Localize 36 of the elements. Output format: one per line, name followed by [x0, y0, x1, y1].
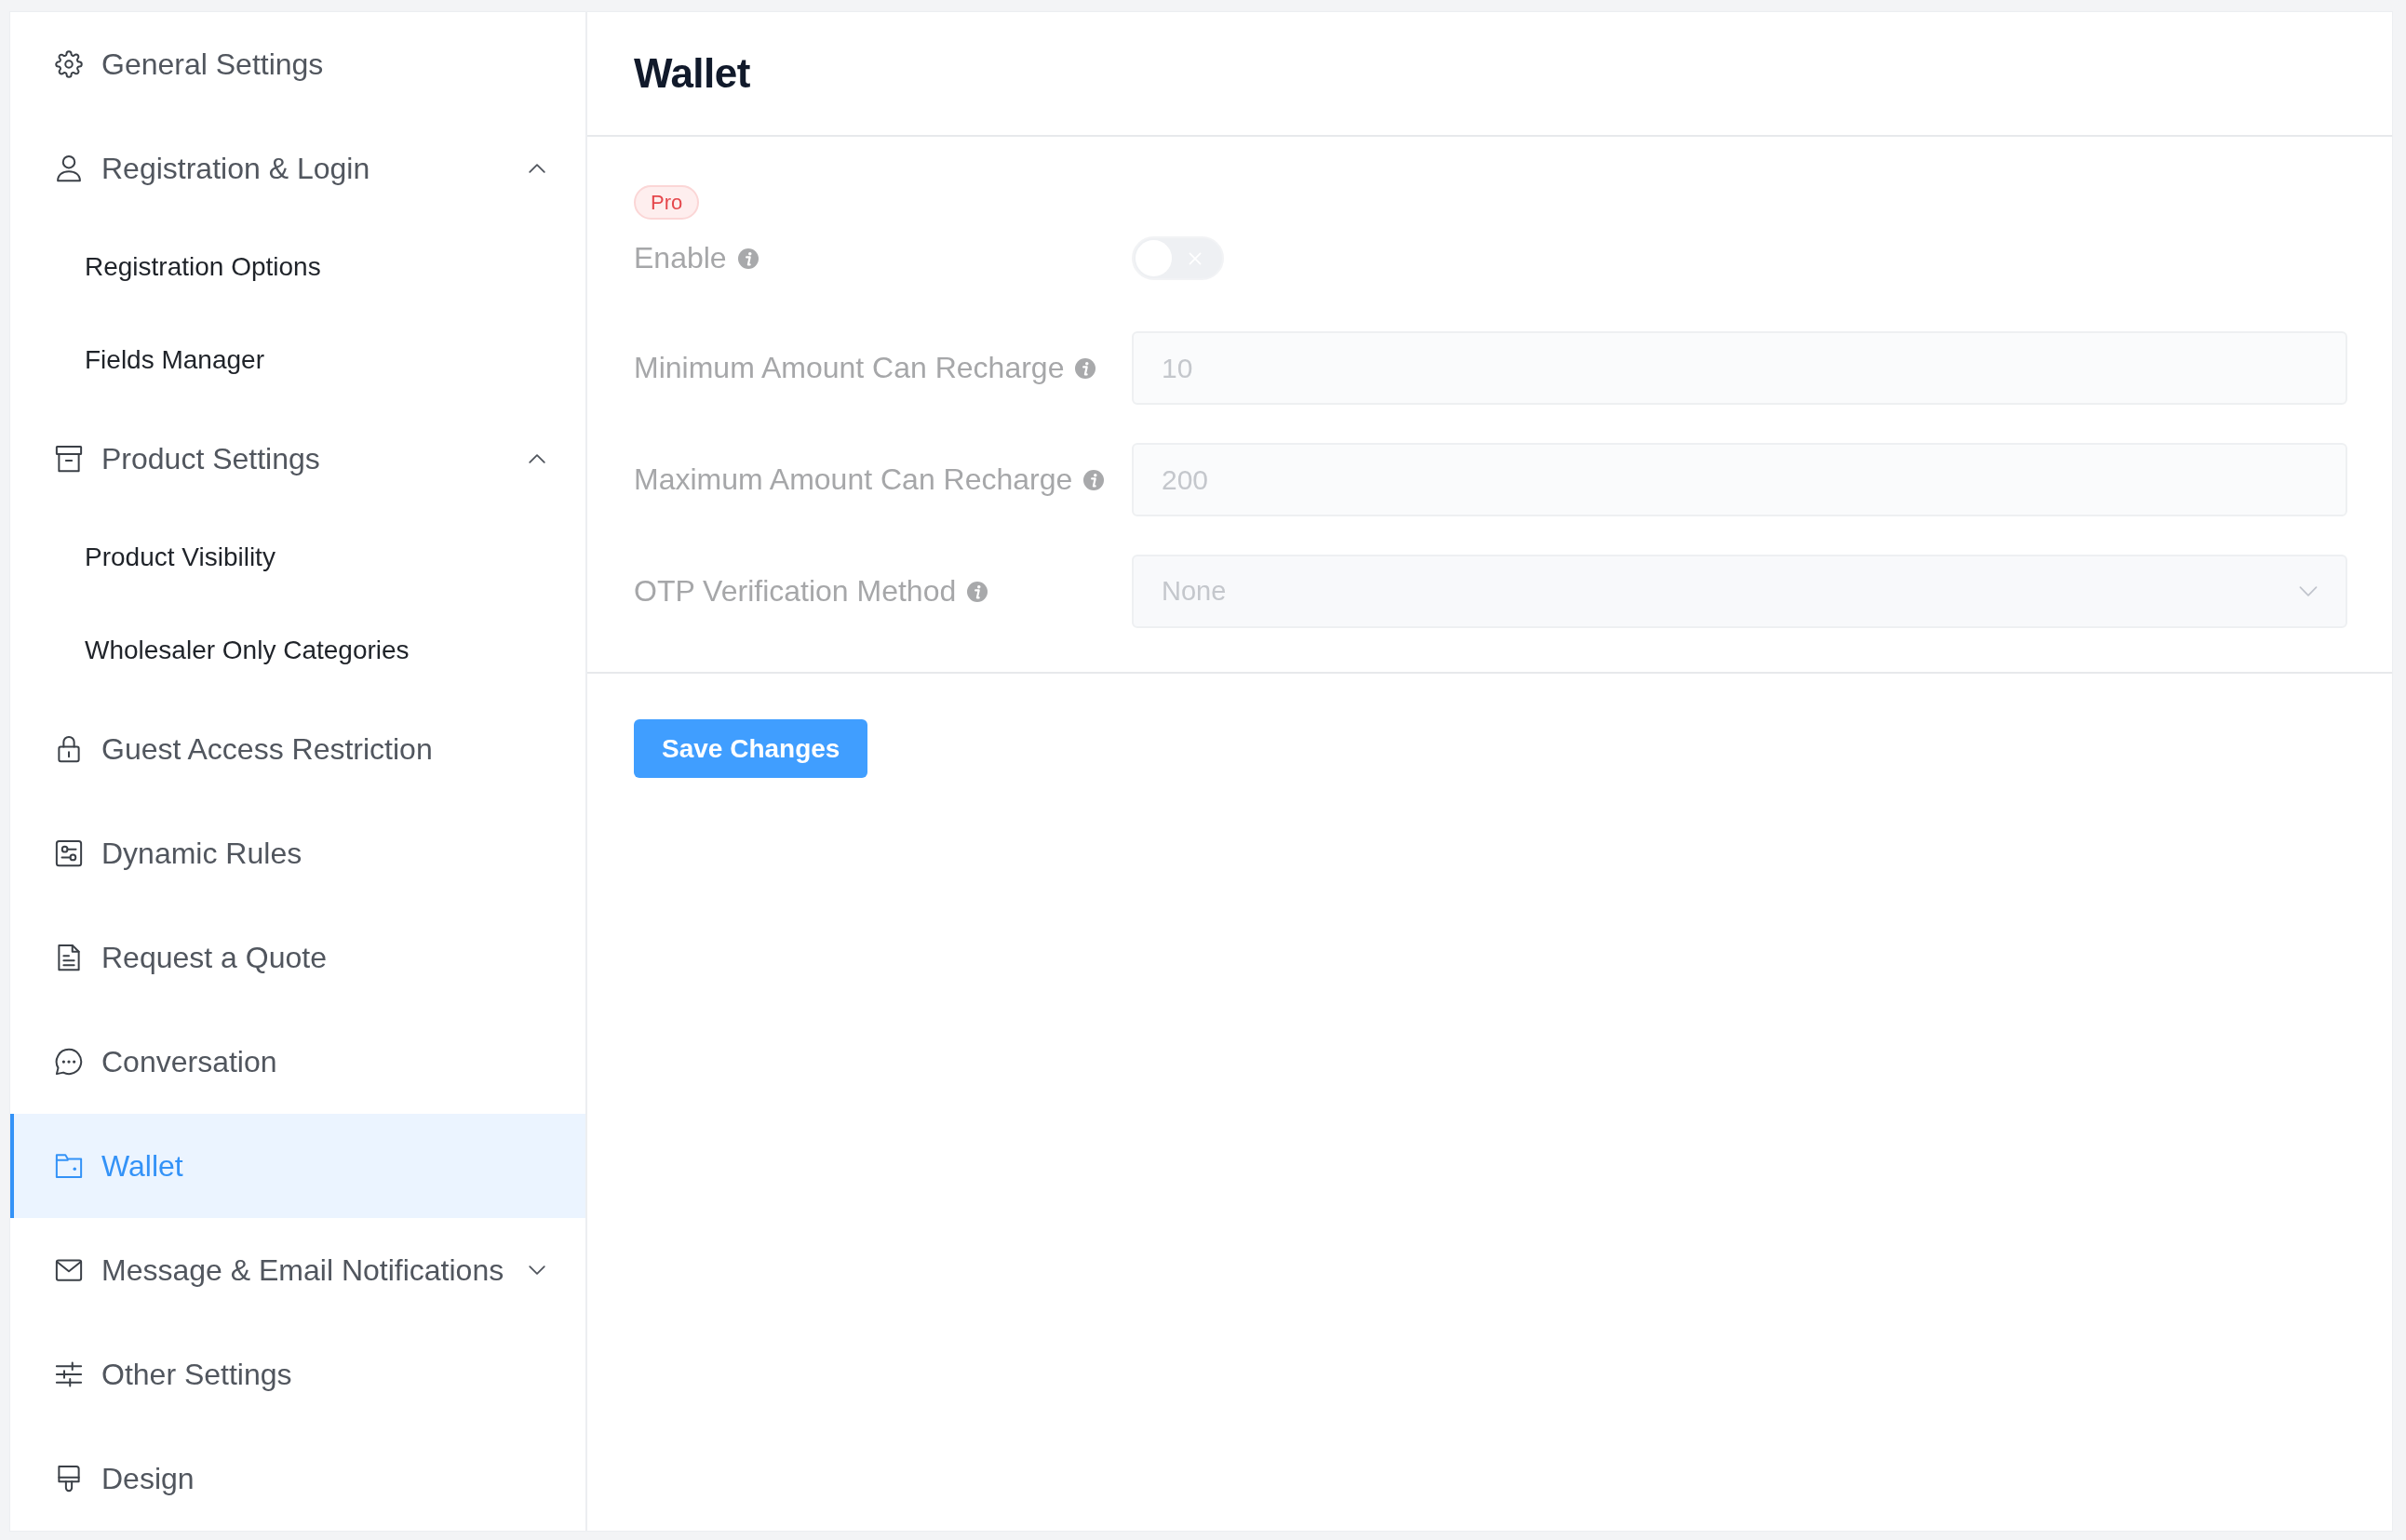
info-icon — [967, 581, 988, 602]
user-icon — [55, 154, 83, 182]
chevron-down-icon — [2299, 586, 2318, 596]
page-title: Wallet — [634, 50, 750, 97]
gear-icon — [55, 50, 83, 78]
sidebar-item[interactable]: Other Settings — [10, 1322, 585, 1426]
sliders-box-icon — [55, 839, 83, 867]
sidebar-item[interactable]: Registration & Login — [10, 116, 585, 221]
field-label: Maximum Amount Can Recharge — [634, 462, 1073, 497]
info-icon — [1075, 357, 1096, 379]
sidebar-subitem[interactable]: Product Visibility — [10, 511, 585, 604]
pro-badge: Pro — [634, 185, 700, 220]
archive-icon — [55, 445, 83, 473]
field-label: OTP Verification Method — [634, 574, 957, 609]
wallet-icon — [55, 1152, 83, 1180]
sidebar-subitem[interactable]: Wholesaler Only Categories — [10, 604, 585, 697]
sidebar-item[interactable]: Guest Access Restriction — [10, 697, 585, 801]
sidebar-item[interactable]: Dynamic Rules — [10, 801, 585, 905]
info-icon — [737, 248, 759, 269]
sidebar-subitem[interactable]: Registration Options — [10, 221, 585, 314]
sidebar-item[interactable]: Conversation — [10, 1010, 585, 1114]
field-label: Minimum Amount Can Recharge — [634, 351, 1065, 385]
sidebar-item[interactable]: Product Settings — [10, 407, 585, 511]
envelope-icon — [55, 1256, 83, 1284]
document-icon — [55, 944, 83, 971]
lock-icon — [55, 735, 83, 763]
sidebar-item[interactable]: Design — [10, 1426, 585, 1531]
chat-bubble-icon — [55, 1048, 83, 1076]
info-icon — [1083, 469, 1105, 490]
sidebar-item[interactable]: General Settings — [10, 12, 585, 116]
brush-icon — [55, 1465, 83, 1493]
sidebar-item[interactable]: Request a Quote — [10, 905, 585, 1010]
sidebar-item[interactable]: Message & Email Notifications — [10, 1218, 585, 1322]
sliders-icon — [55, 1360, 83, 1388]
field-label: Enable — [634, 241, 727, 275]
sidebar-subitem[interactable]: Fields Manager — [10, 314, 585, 407]
